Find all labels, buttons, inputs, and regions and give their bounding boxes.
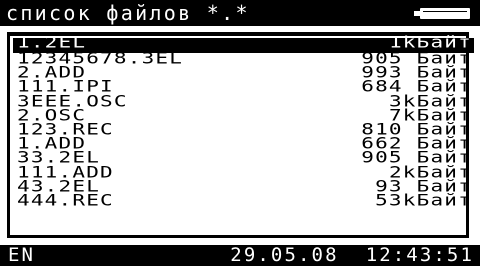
battery-icon xyxy=(420,8,470,19)
date-time: 29.05.08 12:43:51 xyxy=(230,245,474,266)
file-size: 53kБайт xyxy=(375,191,472,210)
title-bar: список файлов *.* xyxy=(0,0,480,26)
status-time: 12:43:51 xyxy=(365,244,474,266)
file-list-screen: список файлов *.* 1.2EL 1kБайт 12345678.3E… xyxy=(0,0,480,266)
status-bar: EN 29.05.08 12:43:51 xyxy=(0,245,480,266)
screen-title: список файлов *.* xyxy=(6,1,250,25)
file-size: 1kБайт xyxy=(388,33,472,52)
status-date: 29.05.08 xyxy=(230,244,339,266)
file-row[interactable]: 444.REC 53kБайт xyxy=(13,191,474,210)
battery-level xyxy=(423,11,467,17)
file-name: 1.2EL xyxy=(17,33,87,52)
file-name: 444.REC xyxy=(17,191,114,210)
language-indicator: EN xyxy=(8,244,35,266)
file-list[interactable]: 1.2EL 1kБайт 12345678.3EL 905 Байт 2.ADD 993 … xyxy=(13,33,474,210)
